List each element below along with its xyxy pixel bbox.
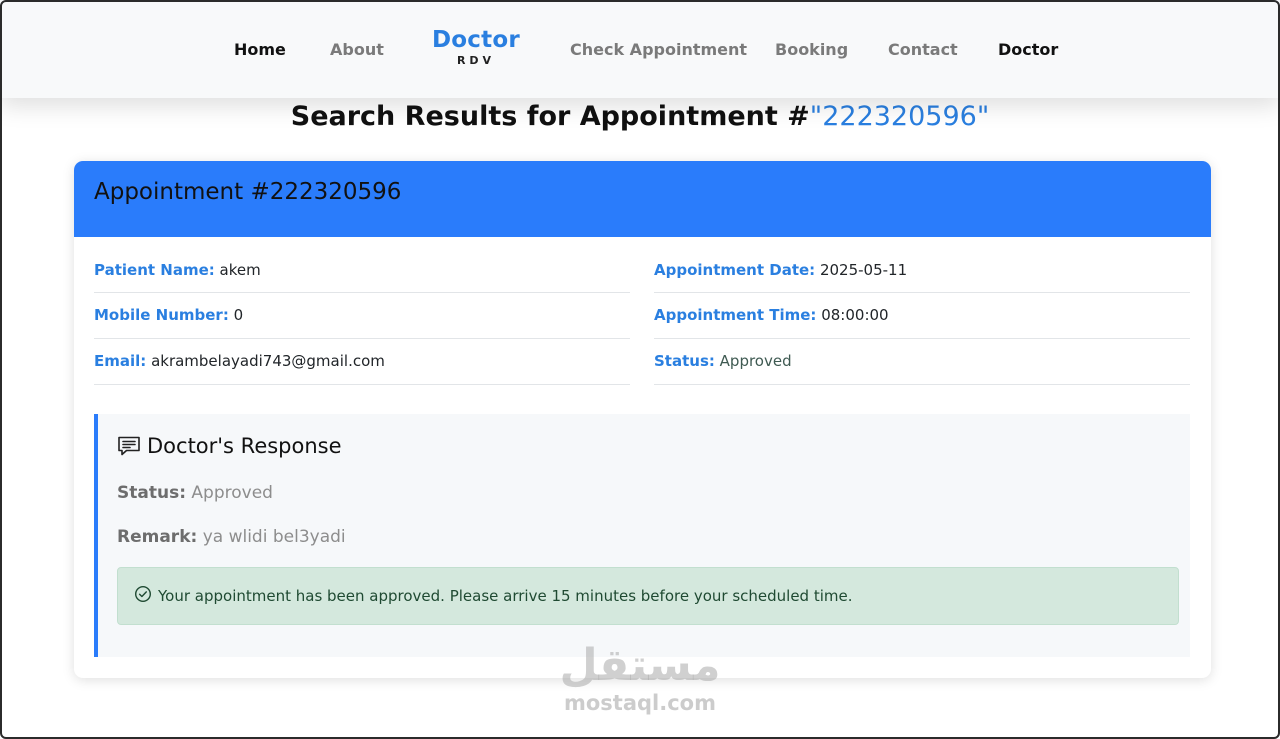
appointment-info-left: Patient Name: akem Mobile Number: 0 Emai…	[94, 249, 630, 385]
response-status-value: Approved	[191, 483, 273, 503]
mobile-number-row: Mobile Number: 0	[94, 293, 630, 339]
email-label: Email:	[94, 352, 147, 370]
appointment-card-title: Appointment #222320596	[74, 161, 1211, 237]
appointment-info-right: Appointment Date: 2025-05-11 Appointment…	[654, 249, 1190, 385]
email-row: Email: akrambelayadi743@gmail.com	[94, 339, 630, 385]
approval-alert: Your appointment has been approved. Plea…	[117, 567, 1179, 625]
response-remark: Remark: ya wlidi bel3yadi	[117, 527, 346, 547]
mobile-number-value: 0	[233, 306, 244, 324]
brand-logo[interactable]: Doctor RDV	[432, 26, 520, 68]
page-title: Search Results for Appointment #"2223205…	[0, 98, 1280, 136]
response-remark-value: ya wlidi bel3yadi	[202, 527, 346, 547]
nav-doctor[interactable]: Doctor	[998, 40, 1058, 59]
mobile-number-label: Mobile Number:	[94, 306, 229, 324]
doctor-response-panel: Doctor's Response Status: Approved Remar…	[94, 414, 1190, 657]
appointment-card: Appointment #222320596 Patient Name: ake…	[74, 161, 1211, 678]
nav-check-appointment[interactable]: Check Appointment	[570, 40, 747, 59]
appointment-date-label: Appointment Date:	[654, 261, 816, 279]
nav-about[interactable]: About	[330, 40, 384, 59]
nav-booking[interactable]: Booking	[775, 40, 848, 59]
brand-title: Doctor	[432, 27, 520, 53]
appointment-date-row: Appointment Date: 2025-05-11	[654, 249, 1190, 293]
approval-alert-text: Your appointment has been approved. Plea…	[158, 587, 853, 605]
chat-square-text-icon	[117, 435, 141, 457]
check-circle-icon	[134, 585, 152, 607]
navbar: Home About Doctor RDV Check Appointment …	[0, 0, 1280, 98]
appointment-time-row: Appointment Time: 08:00:00	[654, 293, 1190, 339]
appointment-time-value: 08:00:00	[821, 306, 889, 324]
doctor-response-title: Doctor's Response	[147, 434, 342, 458]
brand-subtitle: RDV	[456, 54, 496, 67]
watermark-latin: mostaql.com	[564, 691, 716, 715]
nav-contact[interactable]: Contact	[888, 40, 958, 59]
response-remark-label: Remark:	[117, 527, 198, 547]
appointment-time-label: Appointment Time:	[654, 306, 817, 324]
patient-name-label: Patient Name:	[94, 261, 215, 279]
email-value: akrambelayadi743@gmail.com	[151, 352, 385, 370]
patient-name-row: Patient Name: akem	[94, 249, 630, 293]
response-status-label: Status:	[117, 483, 186, 503]
status-value: Approved	[719, 352, 792, 370]
page-title-number: "222320596"	[809, 101, 990, 132]
doctor-response-heading: Doctor's Response	[117, 434, 342, 458]
page-title-prefix: Search Results for Appointment #	[290, 101, 810, 132]
appointment-date-value: 2025-05-11	[819, 261, 908, 279]
status-row: Status: Approved	[654, 339, 1190, 385]
response-status: Status: Approved	[117, 483, 273, 503]
status-label: Status:	[654, 352, 715, 370]
patient-name-value: akem	[219, 261, 261, 279]
nav-home[interactable]: Home	[234, 40, 286, 59]
